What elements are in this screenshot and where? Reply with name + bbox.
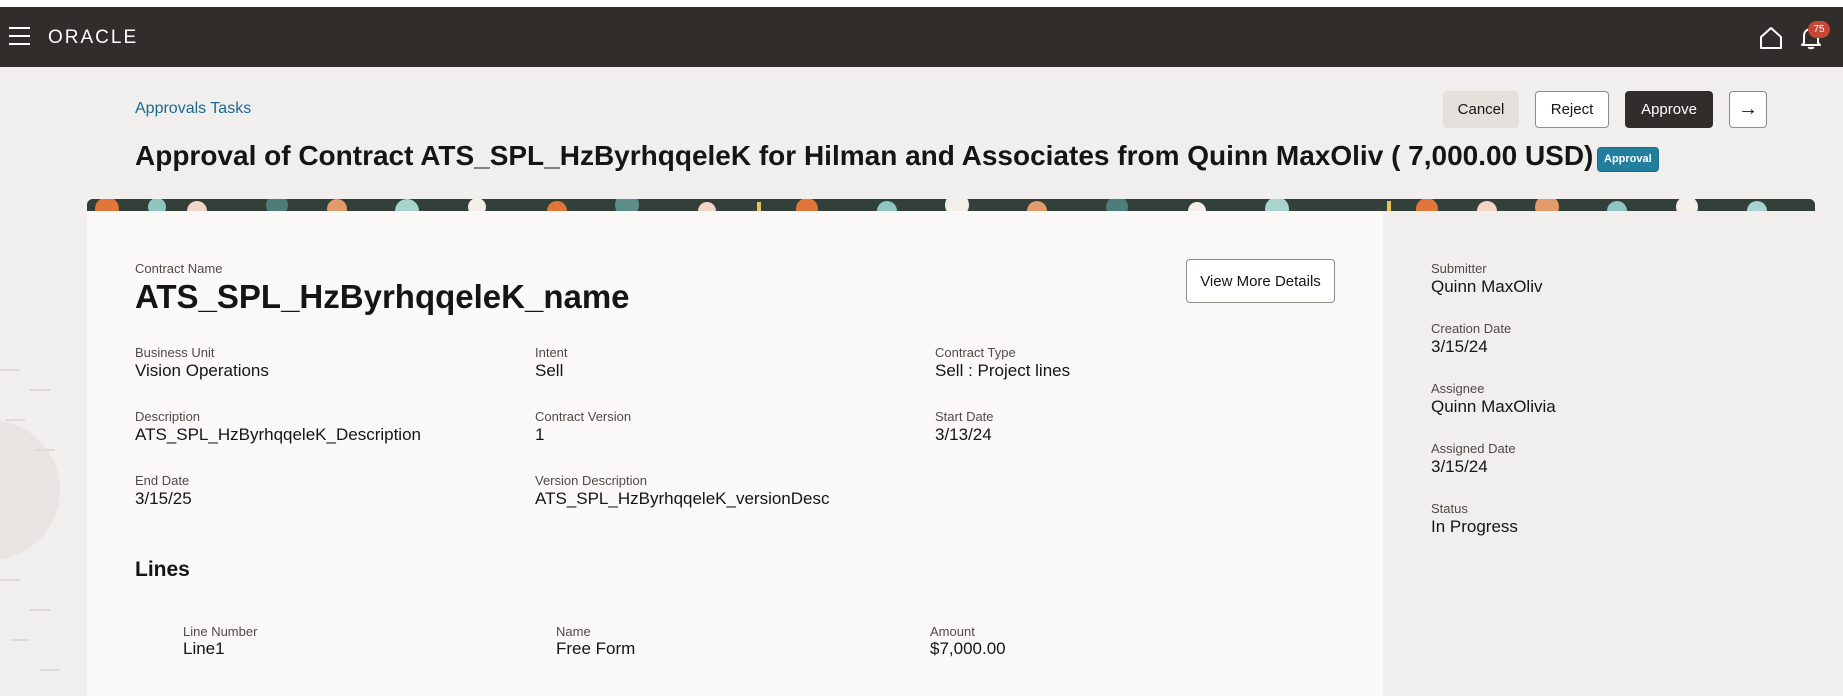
- top-strip: [0, 0, 1843, 7]
- assigned-date-value: 3/15/24: [1431, 457, 1488, 476]
- assignee-label: Assignee: [1431, 381, 1485, 396]
- assignee-value: Quinn MaxOlivia: [1431, 397, 1556, 416]
- creation-date-value: 3/15/24: [1431, 337, 1488, 356]
- version-description-label: Version Description: [535, 473, 647, 488]
- status-label: Status: [1431, 501, 1468, 516]
- description-value: ATS_SPL_HzByrhqqeleK_Description: [135, 425, 421, 444]
- contract-type-label: Contract Type: [935, 345, 1016, 360]
- home-icon[interactable]: [1758, 25, 1784, 51]
- business-unit-label: Business Unit: [135, 345, 215, 360]
- submitter-value: Quinn MaxOliv: [1431, 277, 1543, 296]
- background-decoration: [0, 369, 60, 671]
- start-date-value: 3/13/24: [935, 425, 992, 444]
- end-date-label: End Date: [135, 473, 190, 488]
- contract-name: ATS_SPL_HzByrhqqeleK_name: [135, 278, 630, 315]
- status-value: In Progress: [1431, 517, 1518, 536]
- column-header-name: Name: [556, 624, 591, 639]
- page-title: Approval of Contract ATS_SPL_HzByrhqqele…: [135, 140, 1594, 171]
- status-badge: Approval: [1597, 147, 1659, 172]
- oracle-logo: ORACLE: [48, 27, 139, 48]
- contract-version-value: 1: [535, 425, 545, 444]
- end-date-value: 3/15/25: [135, 489, 192, 508]
- assigned-date-label: Assigned Date: [1431, 441, 1516, 456]
- start-date-label: Start Date: [935, 409, 994, 424]
- line-name-cell: Free Form: [556, 639, 636, 658]
- version-description-value: ATS_SPL_HzByrhqqeleK_versionDesc: [535, 489, 830, 508]
- business-unit-value: Vision Operations: [135, 361, 269, 380]
- submitter-label: Submitter: [1431, 261, 1487, 276]
- contract-type-value: Sell : Project lines: [935, 361, 1071, 380]
- description-label: Description: [135, 409, 201, 424]
- cancel-button[interactable]: Cancel: [1443, 91, 1519, 128]
- view-more-details-button[interactable]: View More Details: [1186, 259, 1335, 303]
- global-header: ORACLE 75: [0, 7, 1843, 67]
- reject-button[interactable]: Reject: [1535, 91, 1609, 128]
- next-arrow-button[interactable]: →: [1729, 91, 1767, 128]
- line-amount-cell: $7,000.00: [930, 639, 1006, 658]
- intent-value: Sell: [535, 361, 564, 380]
- breadcrumb-approvals-tasks[interactable]: Approvals Tasks: [135, 100, 251, 118]
- creation-date-label: Creation Date: [1431, 321, 1512, 336]
- intent-label: Intent: [535, 345, 568, 360]
- hamburger-menu-icon[interactable]: [9, 27, 30, 45]
- contract-name-label: Contract Name: [135, 261, 223, 276]
- notification-count-badge: 75: [1808, 21, 1830, 38]
- approve-button[interactable]: Approve: [1625, 91, 1713, 128]
- line-number-cell: Line1: [183, 639, 225, 658]
- column-header-line-number: Line Number: [183, 624, 258, 639]
- contract-version-label: Contract Version: [535, 409, 632, 424]
- column-header-amount: Amount: [930, 624, 975, 639]
- lines-heading: Lines: [135, 558, 190, 581]
